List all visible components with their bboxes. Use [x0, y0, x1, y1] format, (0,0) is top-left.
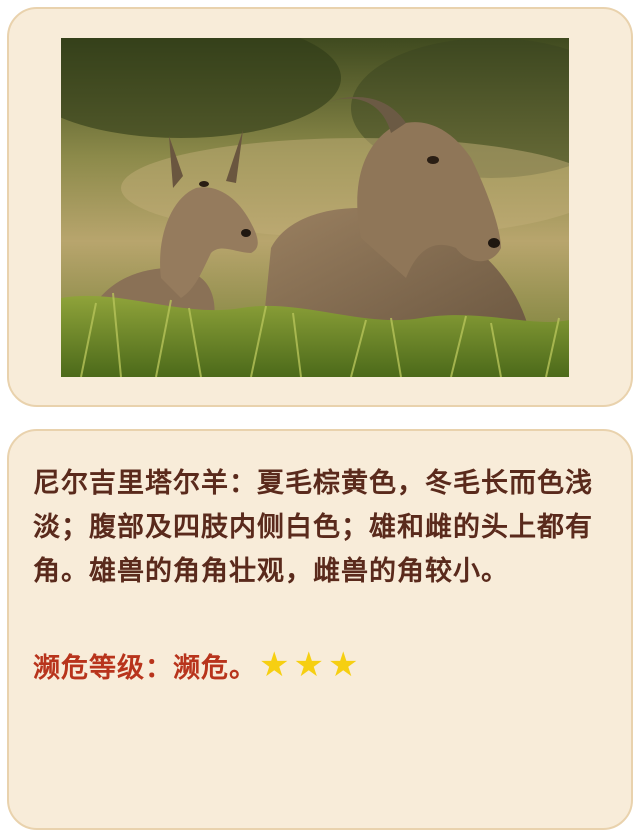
star-icon: ★ — [327, 645, 360, 685]
tahr-photo — [61, 38, 569, 377]
species-description: 尼尔吉里塔尔羊：夏毛棕黄色，冬毛长而色浅淡；腹部及四肢内侧白色；雄和雌的头上都有… — [33, 468, 593, 587]
star-icon: ★ — [259, 645, 291, 685]
tahr-photo-illustration — [61, 38, 569, 377]
conservation-status-value: 濒危。 — [173, 652, 257, 684]
star-icon: ★ — [293, 645, 325, 685]
rating-stars: ★ ★ ★ — [259, 648, 362, 682]
conservation-status-label: 濒危等级： — [33, 652, 173, 684]
species-info-page: 尼尔吉里塔尔羊：夏毛棕黄色，冬毛长而色浅淡；腹部及四肢内侧白色；雄和雌的头上都有… — [0, 0, 639, 837]
conservation-status: 濒危等级： 濒危。 ★ ★ ★ — [33, 643, 362, 687]
